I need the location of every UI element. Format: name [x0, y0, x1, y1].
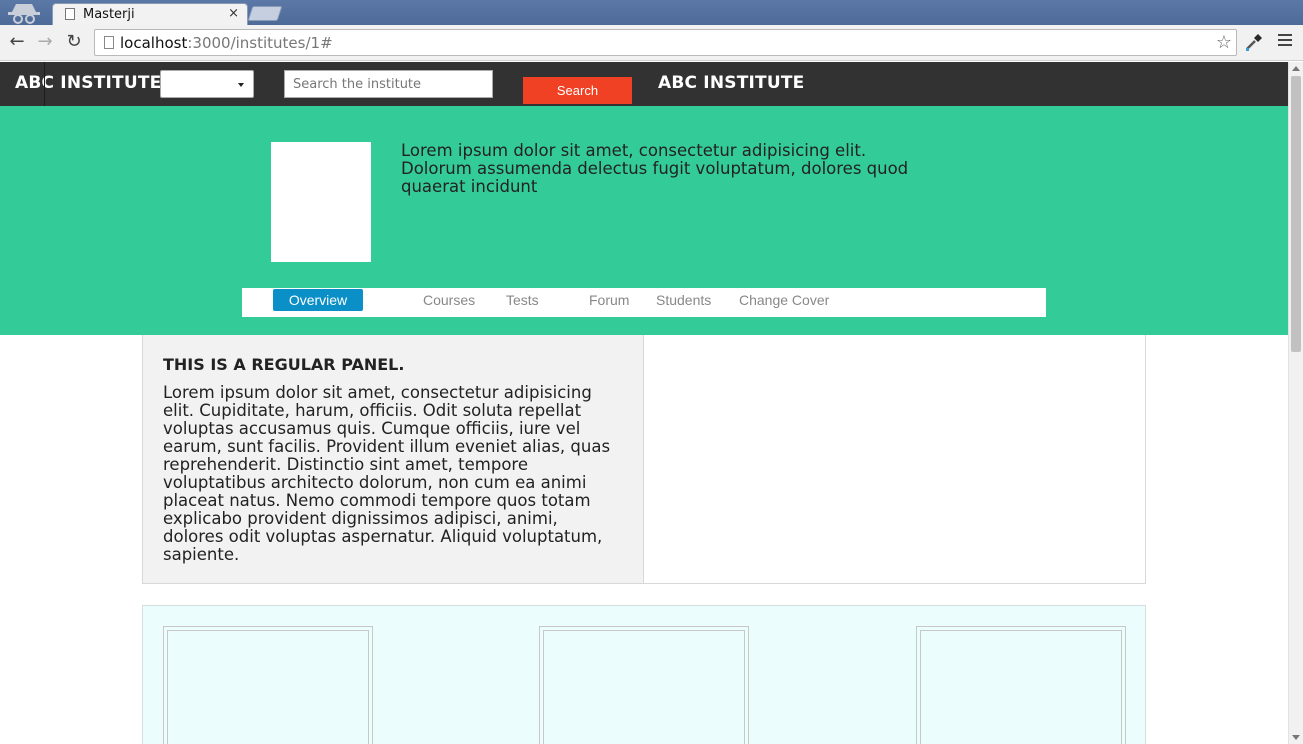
- brand-divider: [44, 62, 45, 106]
- forward-arrow-icon[interactable]: →: [34, 31, 56, 53]
- regular-panel: THIS IS A REGULAR PANEL. Lorem ipsum dol…: [143, 335, 644, 583]
- tab-title: Masterji: [83, 7, 135, 22]
- search-button[interactable]: Search: [523, 77, 632, 104]
- address-bar[interactable]: localhost:3000/institutes/1# ☆: [94, 29, 1237, 56]
- institute-header: Lorem ipsum dolor sit amet, consectetur …: [0, 106, 1288, 335]
- institute-description: Lorem ipsum dolor sit amet, consectetur …: [401, 141, 909, 196]
- vertical-scrollbar[interactable]: [1288, 62, 1303, 744]
- institute-logo: [271, 142, 371, 262]
- incognito-icon: [8, 4, 40, 24]
- category-select[interactable]: [160, 70, 254, 98]
- page-icon: [104, 36, 114, 49]
- tab-overview[interactable]: Overview: [273, 289, 363, 311]
- search-input[interactable]: [284, 70, 493, 98]
- tab-change-cover[interactable]: Change Cover: [739, 292, 829, 308]
- panel-title: THIS IS A REGULAR PANEL.: [163, 355, 405, 374]
- url-text[interactable]: localhost:3000/institutes/1#: [120, 34, 333, 52]
- page-icon: [65, 8, 75, 20]
- site-navbar: ABC INSTITUTE Search ABC INSTITUTE: [0, 62, 1288, 106]
- reload-icon[interactable]: ↻: [63, 31, 85, 53]
- bookmark-star-icon[interactable]: ☆: [1216, 32, 1232, 53]
- eyedropper-extension-icon[interactable]: [1243, 31, 1265, 53]
- browser-tab[interactable]: Masterji ×: [52, 3, 248, 25]
- scroll-down-icon[interactable]: [1292, 735, 1300, 740]
- tab-tests[interactable]: Tests: [506, 292, 539, 308]
- card: [163, 626, 373, 744]
- new-tab-button[interactable]: [247, 6, 283, 21]
- browser-toolbar: ← → ↻ localhost:3000/institutes/1# ☆: [0, 25, 1303, 61]
- chevron-down-icon: [238, 83, 244, 87]
- overview-section: THIS IS A REGULAR PANEL. Lorem ipsum dol…: [142, 335, 1146, 584]
- chrome-menu-icon[interactable]: [1278, 34, 1292, 49]
- panel-body: Lorem ipsum dolor sit amet, consectetur …: [163, 383, 611, 564]
- card: [539, 626, 749, 744]
- scroll-thumb[interactable]: [1291, 76, 1301, 352]
- tab-courses[interactable]: Courses: [423, 292, 475, 308]
- close-tab-icon[interactable]: ×: [228, 6, 239, 21]
- tab-forum[interactable]: Forum: [589, 292, 629, 308]
- card: [916, 626, 1126, 744]
- brand-logo[interactable]: ABC INSTITUTE: [15, 73, 161, 93]
- institute-title: ABC INSTITUTE: [658, 73, 805, 93]
- browser-tabstrip: Masterji ×: [0, 0, 1303, 25]
- tab-students[interactable]: Students: [656, 292, 711, 308]
- institute-tabs: Overview Courses Tests Forum Students Ch…: [242, 288, 1046, 317]
- scroll-up-icon[interactable]: [1292, 66, 1300, 71]
- page-viewport: ABC INSTITUTE Search ABC INSTITUTE Lorem…: [0, 62, 1288, 744]
- cards-section: [142, 605, 1146, 744]
- back-arrow-icon[interactable]: ←: [6, 31, 28, 53]
